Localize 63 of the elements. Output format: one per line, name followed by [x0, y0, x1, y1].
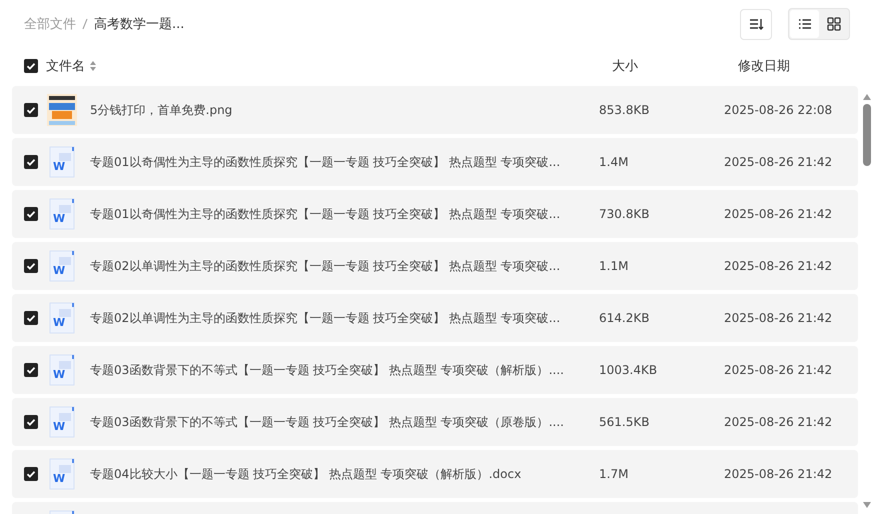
file-size: 1.7M — [599, 467, 630, 481]
modified-date: 2025-08-26 21:42 — [724, 415, 832, 429]
file-name: 专题03函数背景下的不等式【一题一专题 技巧全突破】 热点题型 专项突破（原卷版）.... — [90, 414, 565, 430]
file-name: 5分钱打印，首单免费.png — [90, 102, 234, 118]
file-name: 专题02以单调性为主导的函数性质探究【一题一专题 技巧全突破】 热点题型 专项突破... — [90, 310, 562, 326]
file-size: 561.5KB — [599, 415, 650, 429]
file-size: 1003.4KB — [599, 363, 658, 377]
breadcrumb-link[interactable]: 高考数学一题... — [94, 15, 184, 33]
view-mode-button[interactable] — [790, 10, 819, 38]
file-row[interactable]: W 专题04比较大小【一题一专题 技巧全突破】 热点题型 专项突破（解析版）.docx 1.7M 2025-08-26 21:42 — [12, 450, 858, 498]
modified-date: 2025-08-26 21:42 — [724, 207, 832, 221]
file-row[interactable]: W 专题03函数背景下的不等式【一题一专题 技巧全突破】 热点题型 专项突破（原卷版）.... 561.5KB 2025-08-26 21:42 — [12, 398, 858, 446]
file-size: 614.2KB — [599, 311, 650, 325]
modified-date: 2025-08-26 21:42 — [724, 311, 832, 325]
file-name: 专题03函数背景下的不等式【一题一专题 技巧全突破】 热点题型 专项突破（解析版）.... — [90, 362, 565, 378]
sort-arrows-icon — [89, 60, 97, 72]
icon-letter: W — [53, 369, 66, 380]
file-name: 专题01以奇偶性为主导的函数性质探究【一题一专题 技巧全突破】 热点题型 专项突破... — [90, 206, 562, 222]
checkbox[interactable] — [24, 155, 38, 169]
column-header: 修改日期 — [738, 58, 790, 75]
file-row[interactable]: W 专题01以奇偶性为主导的函数性质探究【一题一专题 技巧全突破】 热点题型 专项突破... 730.8KB 2025-08-26 21:42 — [12, 190, 858, 238]
list-icon — [798, 17, 812, 31]
modified-date: 2025-08-26 22:08 — [724, 103, 832, 117]
scroll-up-icon[interactable] — [863, 94, 871, 100]
file-row[interactable]: W 专题02以单调性为主导的函数性质探究【一题一专题 技巧全突破】 热点题型 专项突破... 614.2KB 2025-08-26 21:42 — [12, 294, 858, 342]
column-header[interactable]: 文件名 — [46, 57, 85, 75]
checkbox[interactable] — [24, 467, 38, 481]
separator-icon — [82, 18, 88, 30]
scroll-down-icon[interactable] — [863, 502, 871, 508]
scrollbar-thumb[interactable] — [863, 104, 871, 166]
checkbox[interactable] — [24, 415, 38, 429]
file-size: 730.8KB — [599, 207, 650, 221]
modified-date: 2025-08-26 21:42 — [724, 155, 832, 169]
file-size: 853.8KB — [599, 103, 650, 117]
checkbox[interactable] — [24, 103, 38, 117]
file-size: 1.1M — [599, 259, 630, 273]
sort-icon — [748, 16, 764, 32]
modified-date: 2025-08-26 21:42 — [724, 363, 832, 377]
icon-letter: W — [53, 317, 66, 328]
icon-letter: W — [53, 473, 66, 484]
column-header: 大小 — [612, 58, 639, 75]
icon-letter: W — [53, 213, 66, 224]
file-row[interactable]: W 专题01以奇偶性为主导的函数性质探究【一题一专题 技巧全突破】 热点题型 专项突破... 1.4M 2025-08-26 21:42 — [12, 138, 858, 186]
file-name: 专题01以奇偶性为主导的函数性质探究【一题一专题 技巧全突破】 热点题型 专项突破... — [90, 154, 562, 170]
checkbox[interactable] — [24, 363, 38, 377]
checkbox[interactable] — [24, 311, 38, 325]
image-thumbnail-icon — [46, 94, 78, 126]
icon-letter: W — [53, 421, 66, 432]
modified-date: 2025-08-26 21:42 — [724, 467, 832, 481]
icon-letter: W — [53, 265, 66, 276]
file-size: 1.4M — [599, 155, 630, 169]
file-name: 专题02以单调性为主导的函数性质探究【一题一专题 技巧全突破】 热点题型 专项突破... — [90, 258, 562, 274]
grid-icon — [826, 17, 840, 31]
checkbox[interactable] — [24, 259, 38, 273]
icon-letter: W — [53, 161, 66, 172]
file-row[interactable]: W 专题02以单调性为主导的函数性质探究【一题一专题 技巧全突破】 热点题型 专项突破... 1.1M 2025-08-26 21:42 — [12, 242, 858, 290]
modified-date: 2025-08-26 21:42 — [724, 259, 832, 273]
file-row[interactable]: W 专题03函数背景下的不等式【一题一专题 技巧全突破】 热点题型 专项突破（解析版）.... 1003.4KB 2025-08-26 21:42 — [12, 346, 858, 394]
checkbox[interactable] — [24, 207, 38, 221]
checkbox[interactable] — [24, 59, 38, 73]
sort-button[interactable] — [740, 8, 772, 40]
file-row[interactable]: 5分钱打印，首单免费.png 853.8KB 2025-08-26 22:08 — [12, 86, 858, 134]
file-name: 专题04比较大小【一题一专题 技巧全突破】 热点题型 专项突破（解析版）.docx — [90, 466, 522, 482]
